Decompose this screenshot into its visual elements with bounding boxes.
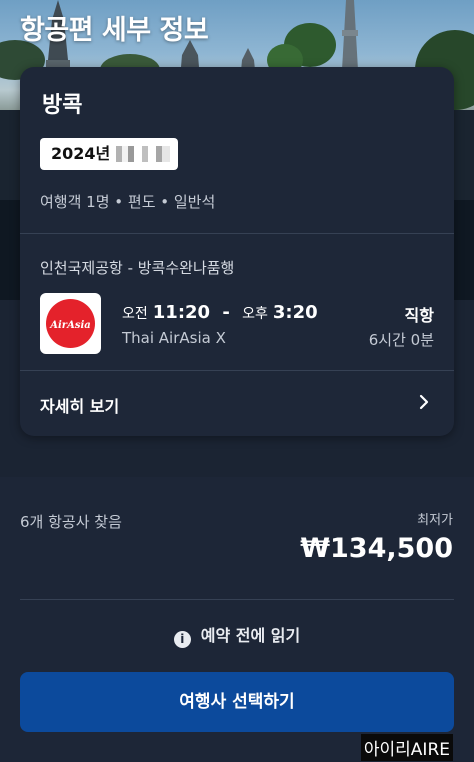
select-agency-button[interactable]: 여행사 선택하기: [20, 672, 454, 732]
flight-times: 오전 11:20 - 오후 3:20: [122, 302, 318, 323]
redacted-date: [116, 146, 170, 162]
depart-time: 11:20: [152, 302, 211, 323]
destination-city: 방콕: [42, 93, 83, 118]
divider: [20, 233, 454, 234]
chevron-right-icon[interactable]: [414, 392, 434, 412]
divider: [20, 370, 454, 371]
see-details-link[interactable]: 자세히 보기: [40, 393, 119, 417]
arrive-period: 오후: [242, 306, 268, 322]
airlines-found: 6개 항공사 찾음: [20, 513, 122, 531]
airline-name: Thai AirAsia X: [122, 329, 226, 347]
time-separator: -: [222, 302, 230, 323]
lowest-price: ₩134,500: [300, 533, 453, 564]
booking-panel: 6개 항공사 찾음 최저가 ₩134,500 i 예약 전에 읽기 여행사 선택하…: [0, 477, 474, 762]
page-title: 항공편 세부 정보: [20, 15, 209, 46]
divider: [20, 599, 454, 600]
travel-date-chip: 2024년: [40, 138, 178, 170]
info-circle-icon: i: [173, 631, 191, 648]
watermark: 아이리AIRE: [360, 734, 453, 761]
flight-duration: 6시간 0분: [368, 331, 434, 349]
depart-period: 오전: [122, 306, 148, 322]
travel-date-year: 2024년: [51, 144, 111, 163]
airasia-logo: AirAsia: [40, 293, 101, 354]
trip-summary: 여행객 1명 • 편도 • 일반석: [40, 193, 216, 211]
lowest-price-label: 최저가: [417, 513, 453, 528]
arrive-time: 3:20: [272, 302, 318, 323]
flight-summary-card: 방콕 2024년 여행객 1명 • 편도 • 일반석 인천국제공항 - 방콕수완…: [20, 67, 454, 436]
read-before-booking-link[interactable]: i 예약 전에 읽기: [0, 622, 474, 648]
read-before-booking-label: 예약 전에 읽기: [200, 626, 301, 645]
route-label: 인천국제공항 - 방콕수완나품행: [40, 259, 235, 277]
stops-label: 직항: [404, 306, 434, 325]
